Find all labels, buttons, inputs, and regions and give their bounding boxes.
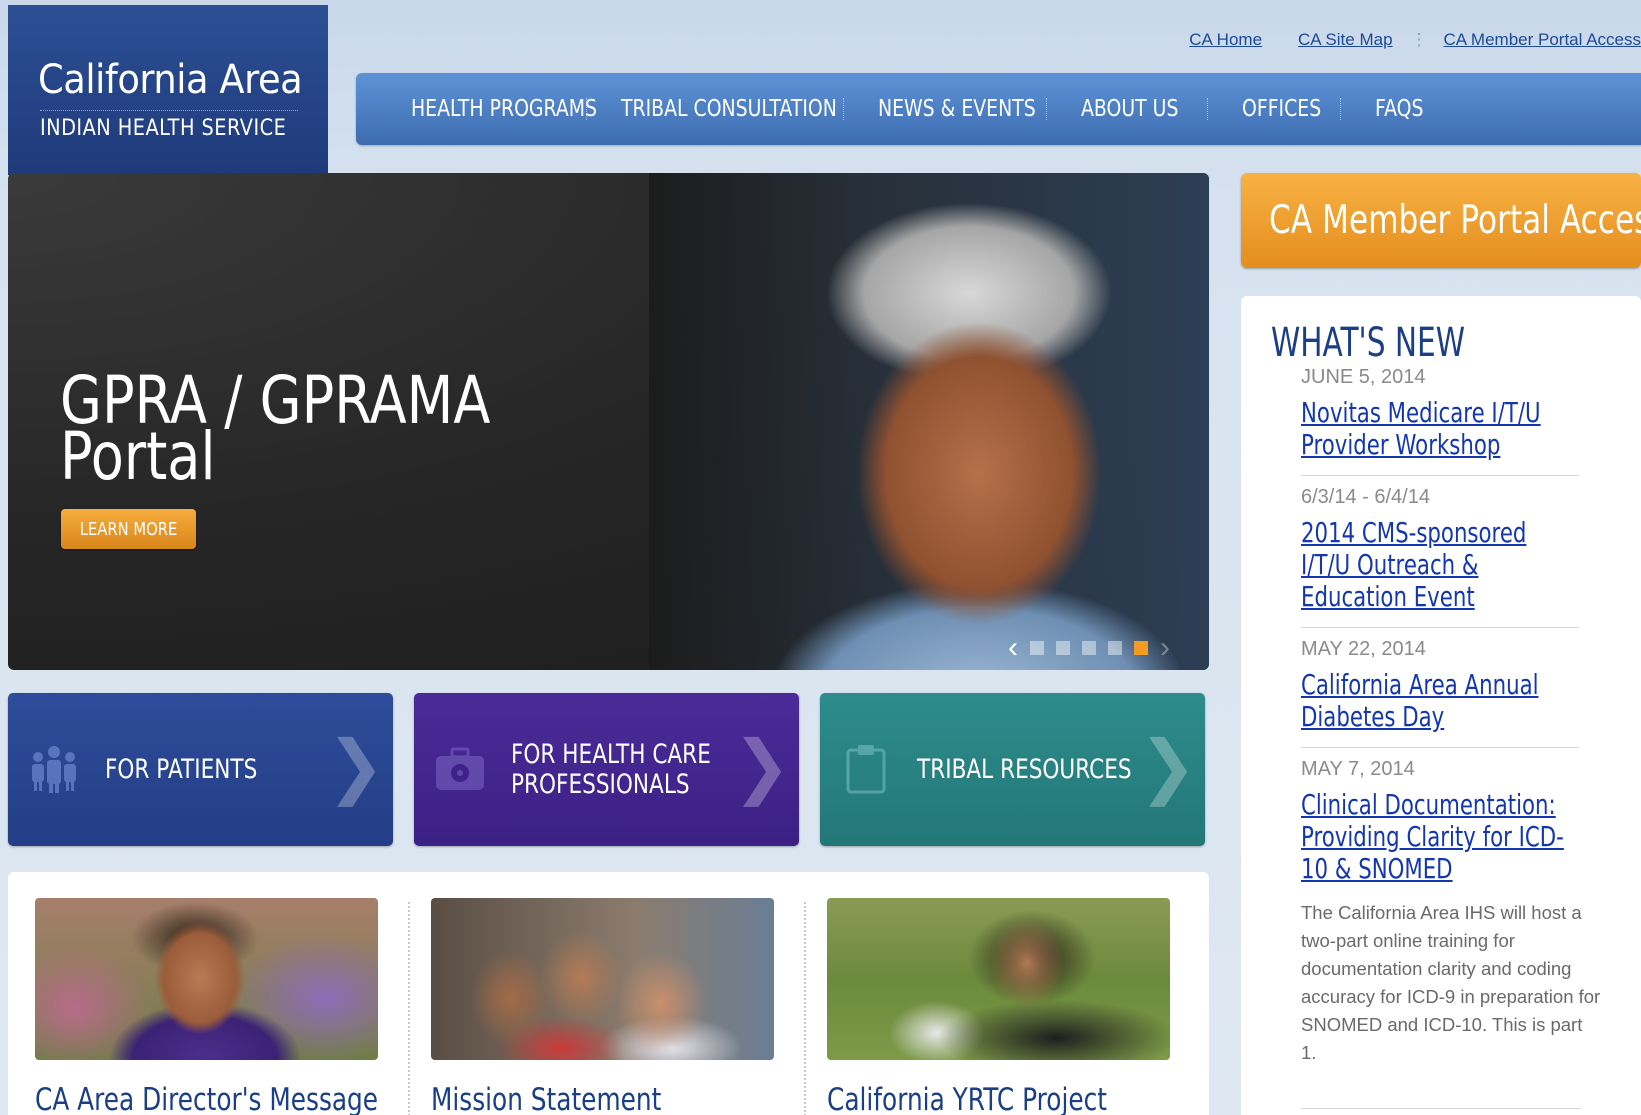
feature-card[interactable]: CA Area Director's Message	[35, 898, 378, 1115]
slider-next-icon[interactable]: ›	[1160, 633, 1170, 663]
card-divider	[408, 902, 410, 1115]
slider-dot[interactable]	[1082, 641, 1096, 655]
slider-dot[interactable]	[1108, 641, 1122, 655]
nav-news-events[interactable]: NEWS & EVENTS	[878, 96, 1036, 122]
learn-more-button[interactable]: LEARN MORE	[61, 509, 196, 549]
nav-tribal-consultation[interactable]: TRIBAL CONSULTATION	[621, 96, 837, 122]
hero-slider[interactable]: GPRA / GPRAMA Portal LEARN MORE ‹ ›	[8, 173, 1209, 670]
logo-subtitle: INDIAN HEALTH SERVICE	[40, 116, 287, 141]
news-description: The California Area IHS will host a two-…	[1301, 902, 1601, 1063]
logo-divider	[40, 110, 298, 111]
news-link[interactable]: Clinical Documentation: Providing Clarit…	[1301, 789, 1582, 885]
for-health-care-professionals-tile[interactable]: FOR HEALTH CARE PROFESSIONALS ❯	[414, 693, 799, 846]
card-title[interactable]: CA Area Director's Message	[35, 1082, 378, 1115]
card-title[interactable]: Mission Statement	[431, 1082, 705, 1115]
nav-separator	[1046, 98, 1047, 120]
tile-label: FOR HEALTH CARE PROFESSIONALS	[511, 738, 711, 800]
news-link[interactable]: 2014 CMS-sponsored I/T/U Outreach & Educ…	[1301, 517, 1582, 613]
news-item: JUNE 5, 2014 Novitas Medicare I/T/U Prov…	[1301, 366, 1579, 476]
logo-title: California Area	[38, 57, 303, 103]
nav-about-us[interactable]: ABOUT US	[1081, 96, 1184, 122]
card-divider	[804, 902, 806, 1115]
slider-prev-icon[interactable]: ‹	[1008, 633, 1018, 663]
news-item: MAY 22, 2014 California Area Annual Diab…	[1301, 628, 1579, 748]
member-portal-label: CA Member Portal Access	[1269, 198, 1641, 243]
nav-offices[interactable]: OFFICES	[1242, 96, 1322, 122]
learn-more-label: LEARN MORE	[79, 518, 178, 540]
director-photo[interactable]	[35, 898, 378, 1060]
tile-label: TRIBAL RESOURCES	[917, 753, 1132, 785]
chevron-right-icon: ❯	[732, 725, 791, 807]
hero-title: GPRA / GPRAMA Portal	[60, 362, 491, 495]
people-icon	[32, 746, 76, 793]
news-list: JUNE 5, 2014 Novitas Medicare I/T/U Prov…	[1301, 366, 1600, 1081]
whats-new-heading: WHAT'S NEW	[1271, 320, 1466, 366]
slider-dot[interactable]	[1056, 641, 1070, 655]
hero-photo	[649, 173, 1209, 670]
utility-separator: ⋮	[1410, 30, 1428, 49]
slider-dot-active[interactable]	[1134, 641, 1148, 655]
news-item: MAY 7, 2014 Clinical Documentation: Prov…	[1301, 748, 1600, 1081]
news-link[interactable]: California Area Annual Diabetes Day	[1301, 669, 1582, 733]
ca-site-map-link[interactable]: CA Site Map	[1298, 30, 1393, 50]
chevron-right-icon: ❯	[326, 725, 385, 807]
feature-card[interactable]: Mission Statement	[431, 898, 774, 1115]
news-date: MAY 7, 2014	[1301, 758, 1415, 780]
utility-links: CA Home CA Site Map ⋮ CA Member Portal A…	[1189, 30, 1641, 50]
whats-new-panel: WHAT'S NEW JUNE 5, 2014 Novitas Medicare…	[1241, 296, 1641, 1115]
mission-photo[interactable]	[431, 898, 774, 1060]
news-date: MAY 22, 2014	[1301, 638, 1426, 660]
news-divider	[1301, 1108, 1581, 1109]
feature-panel: CA Area Director's Message Mission State…	[8, 872, 1209, 1115]
news-date: 6/3/14 - 6/4/14	[1301, 486, 1430, 508]
nav-separator	[1340, 98, 1341, 120]
slider-controls: ‹ ›	[1008, 633, 1170, 663]
for-patients-tile[interactable]: FOR PATIENTS ❯	[8, 693, 393, 846]
ca-home-link[interactable]: CA Home	[1189, 30, 1262, 50]
tile-label: FOR PATIENTS	[105, 753, 258, 785]
slider-dot[interactable]	[1030, 641, 1044, 655]
nav-faqs[interactable]: FAQS	[1375, 96, 1441, 122]
feature-card[interactable]: California YRTC Project	[827, 898, 1170, 1115]
site-logo[interactable]: California Area INDIAN HEALTH SERVICE	[8, 5, 328, 220]
nav-separator	[843, 98, 844, 120]
yrtc-photo[interactable]	[827, 898, 1170, 1060]
clipboard-icon	[846, 745, 886, 794]
news-link[interactable]: Novitas Medicare I/T/U Provider Workshop	[1301, 397, 1582, 461]
card-title[interactable]: California YRTC Project	[827, 1082, 1107, 1115]
nav-health-programs[interactable]: HEALTH PROGRAMS	[411, 96, 597, 122]
news-item: 6/3/14 - 6/4/14 2014 CMS-sponsored I/T/U…	[1301, 476, 1579, 628]
chevron-right-icon: ❯	[1138, 725, 1197, 807]
medical-bag-icon	[436, 747, 484, 790]
news-date: JUNE 5, 2014	[1301, 366, 1426, 388]
nav-separator	[1207, 98, 1208, 120]
main-nav: HEALTH PROGRAMS TRIBAL CONSULTATION NEWS…	[356, 73, 1641, 145]
tribal-resources-tile[interactable]: TRIBAL RESOURCES ❯	[820, 693, 1205, 846]
ca-member-portal-link[interactable]: CA Member Portal Access	[1444, 30, 1641, 50]
member-portal-button[interactable]: CA Member Portal Access	[1241, 173, 1641, 268]
